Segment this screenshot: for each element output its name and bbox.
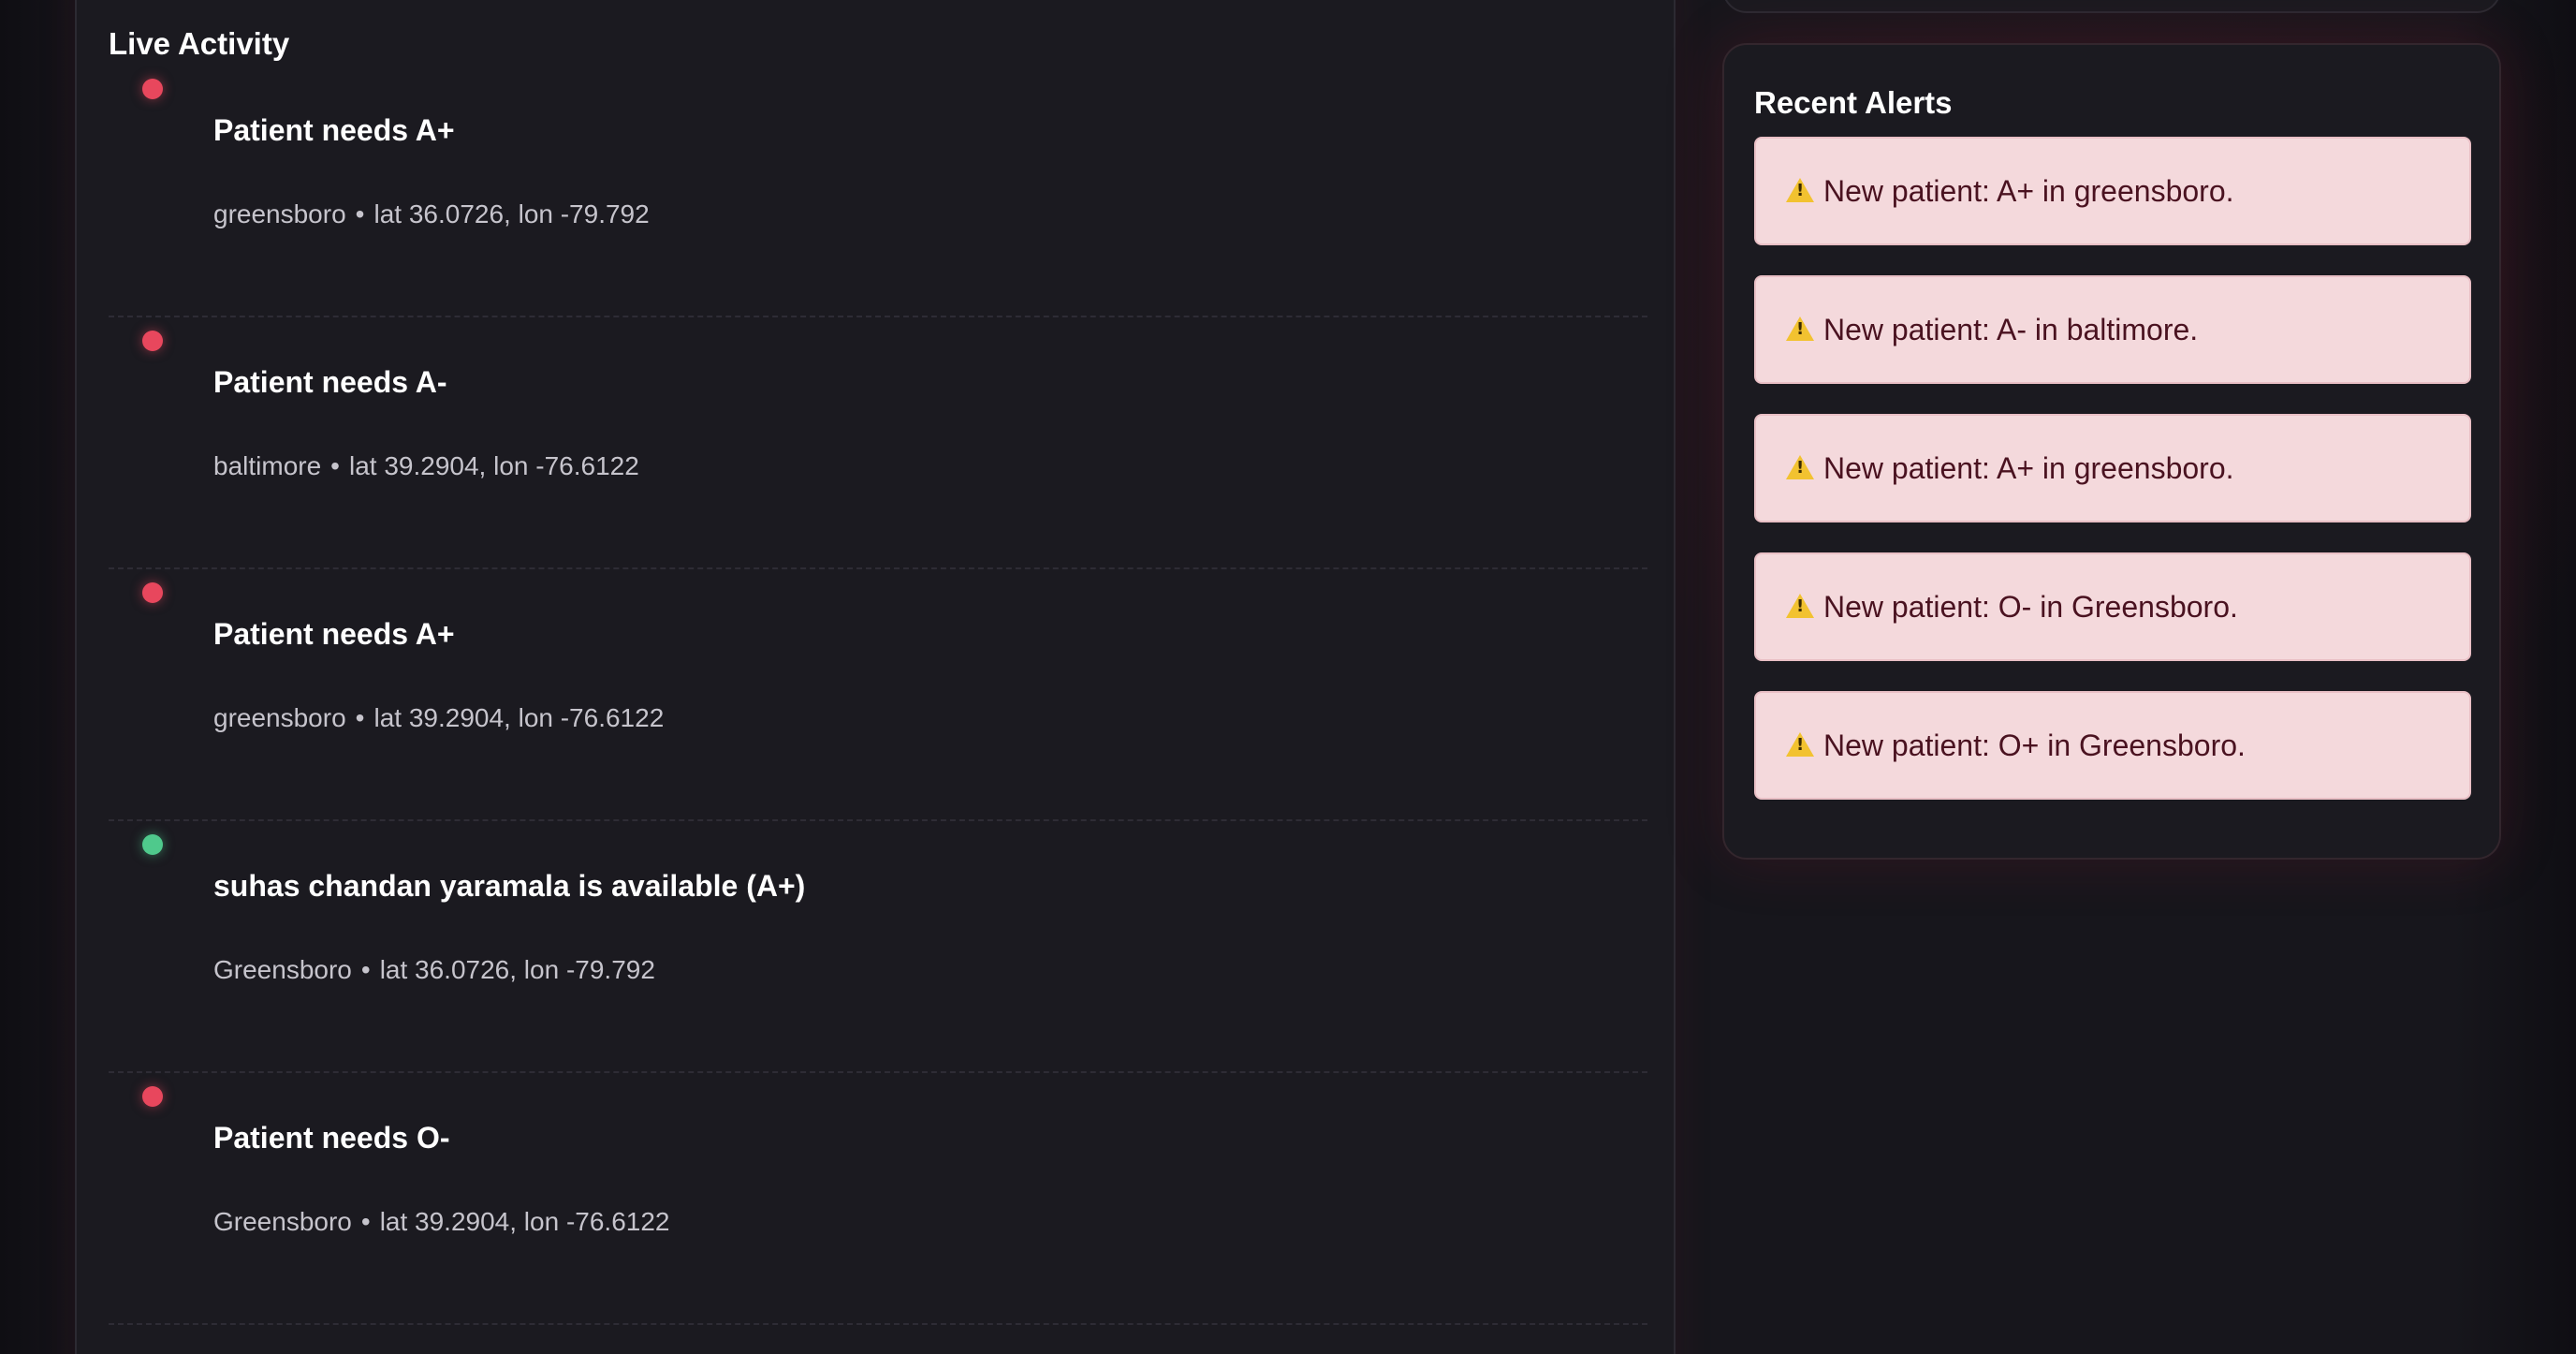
activity-item-coords: lat 36.0726, lon -79.792 <box>373 199 650 228</box>
activity-list: Patient needs A+ greensboro • lat 36.0726,… <box>109 66 1647 1325</box>
activity-item-meta: baltimore • lat 39.2904, lon -76.6122 <box>213 450 639 482</box>
activity-item-meta: greensboro • lat 39.2904, lon -76.6122 <box>213 702 664 734</box>
activity-item-city: greensboro <box>213 199 346 228</box>
warning-icon <box>1786 455 1814 479</box>
recent-alerts-title: Recent Alerts <box>1754 85 1953 120</box>
activity-item-city: Greensboro <box>213 955 352 984</box>
activity-item[interactable]: Patient needs O- Greensboro • lat 39.2904,… <box>109 1073 1647 1325</box>
alert-text: New patient: O- in Greensboro. <box>1823 589 2238 624</box>
warning-icon <box>1786 316 1814 341</box>
activity-item-meta: greensboro • lat 36.0726, lon -79.792 <box>213 199 650 230</box>
status-dot-red-icon <box>142 331 163 351</box>
alert-item[interactable]: New patient: A- in baltimore. <box>1754 275 2471 384</box>
meta-separator: • <box>360 1207 371 1236</box>
activity-item-title: Patient needs A+ <box>213 617 455 651</box>
activity-item-coords: lat 39.2904, lon -76.6122 <box>348 451 639 480</box>
alert-item[interactable]: New patient: A+ in greensboro. <box>1754 414 2471 522</box>
alert-text: New patient: A+ in greensboro. <box>1823 450 2234 485</box>
activity-item-coords: lat 39.2904, lon -76.6122 <box>373 703 665 732</box>
status-dot-red-icon <box>142 79 163 99</box>
warning-icon <box>1786 178 1814 202</box>
status-dot-red-icon <box>142 1086 163 1107</box>
activity-item-city: greensboro <box>213 703 346 732</box>
dashboard-page: Live Activity Patient needs A+ greensbor… <box>0 0 2576 1354</box>
meta-separator: • <box>355 703 365 732</box>
activity-item[interactable]: Patient needs A+ greensboro • lat 39.2904,… <box>109 569 1647 821</box>
activity-item-meta: Greensboro • lat 36.0726, lon -79.792 <box>213 954 655 986</box>
warning-icon <box>1786 732 1814 757</box>
activity-item[interactable]: Patient needs A+ greensboro • lat 36.0726,… <box>109 66 1647 317</box>
activity-item-coords: lat 39.2904, lon -76.6122 <box>379 1207 670 1236</box>
alert-text: New patient: A- in baltimore. <box>1823 312 2199 346</box>
meta-separator: • <box>330 451 340 480</box>
activity-item-coords: lat 36.0726, lon -79.792 <box>379 955 655 984</box>
activity-item-city: baltimore <box>213 451 322 480</box>
alert-item[interactable]: New patient: O- in Greensboro. <box>1754 552 2471 661</box>
activity-item-title: Patient needs O- <box>213 1121 450 1155</box>
status-dot-red-icon <box>142 582 163 603</box>
activity-item-title: Patient needs A- <box>213 365 447 399</box>
activity-item-meta: Greensboro • lat 39.2904, lon -76.6122 <box>213 1206 670 1238</box>
alert-item[interactable]: New patient: O+ in Greensboro. <box>1754 691 2471 800</box>
warning-icon <box>1786 594 1814 618</box>
alert-item[interactable]: New patient: A+ in greensboro. <box>1754 137 2471 245</box>
meta-separator: • <box>360 955 371 984</box>
meta-separator: • <box>355 199 365 228</box>
status-dot-green-icon <box>142 834 163 855</box>
recent-alerts-panel: Recent Alerts New patient: A+ in greensb… <box>1722 43 2501 860</box>
alert-text: New patient: O+ in Greensboro. <box>1823 728 2246 762</box>
activity-item-city: Greensboro <box>213 1207 352 1236</box>
activity-item[interactable]: suhas chandan yaramala is available (A+)… <box>109 821 1647 1073</box>
live-activity-title: Live Activity <box>109 26 290 61</box>
activity-item-title: suhas chandan yaramala is available (A+) <box>213 869 806 903</box>
activity-item[interactable]: Patient needs A- baltimore • lat 39.2904, … <box>109 317 1647 569</box>
alert-text: New patient: A+ in greensboro. <box>1823 173 2234 208</box>
live-activity-panel: Live Activity Patient needs A+ greensbor… <box>75 0 1676 1354</box>
activity-item-title: Patient needs A+ <box>213 113 455 147</box>
alerts-list: New patient: A+ in greensboro. New patie… <box>1754 137 2471 830</box>
upper-card <box>1722 0 2501 13</box>
